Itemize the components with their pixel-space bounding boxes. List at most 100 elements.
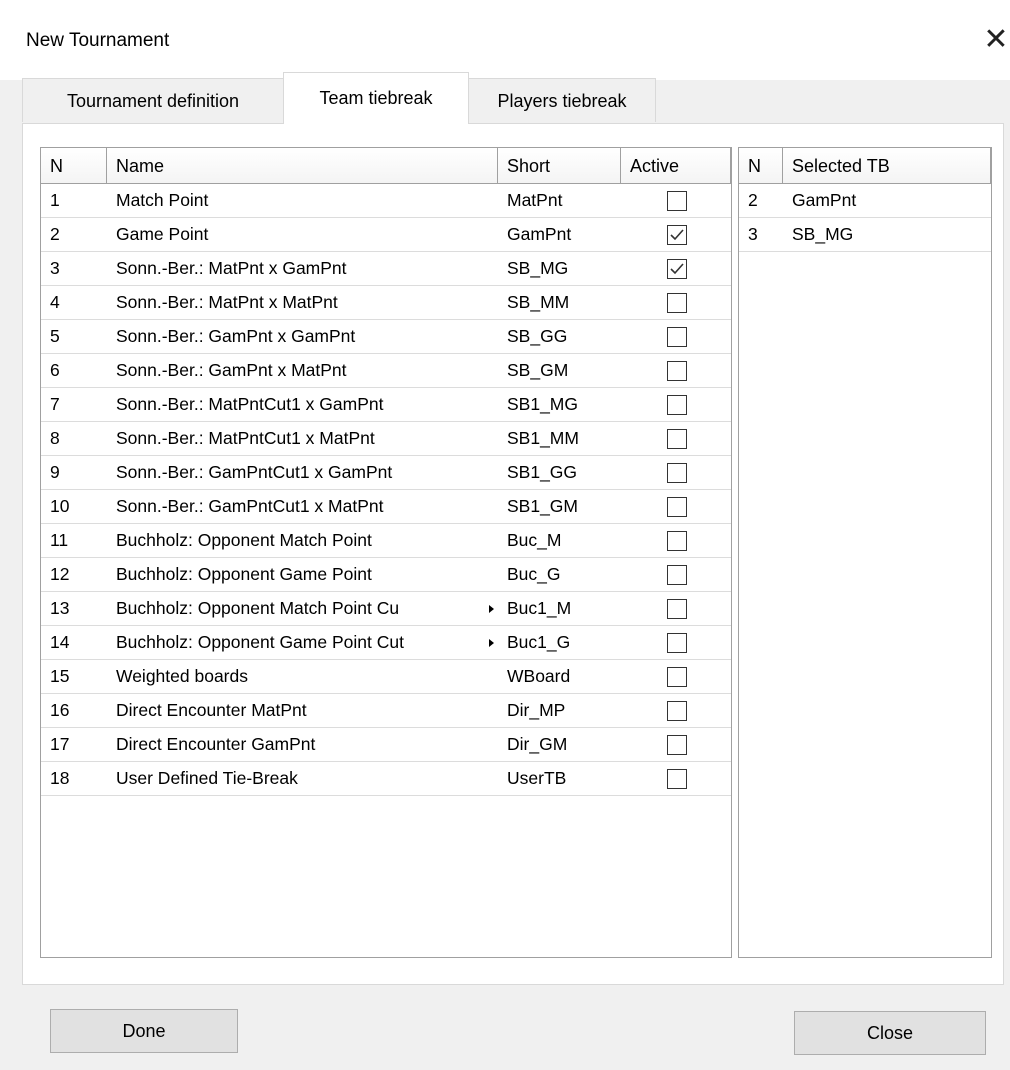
cell-n: 3 (41, 252, 107, 286)
table-row[interactable]: 17 Direct Encounter GamPnt Dir_GM (41, 728, 731, 762)
active-checkbox[interactable] (667, 667, 687, 687)
active-checkbox[interactable] (667, 429, 687, 449)
table-row[interactable]: 1 Match Point MatPnt (41, 184, 731, 218)
tiebreak-list[interactable]: N Name Short Active 1 Match Point MatPnt 2 G… (40, 147, 732, 958)
cell-active (621, 184, 731, 218)
table-row[interactable]: 13 Buchholz: Opponent Match Point Cu Buc1_… (41, 592, 731, 626)
table-row[interactable]: 2 Game Point GamPnt (41, 218, 731, 252)
active-checkbox[interactable] (667, 463, 687, 483)
active-checkbox[interactable] (667, 633, 687, 653)
column-header-selected-tb[interactable]: Selected TB (783, 148, 991, 184)
active-checkbox[interactable] (667, 599, 687, 619)
cell-name-text: Sonn.-Ber.: MatPntCut1 x MatPnt (116, 428, 375, 448)
cell-name-text: Direct Encounter MatPnt (116, 700, 307, 720)
column-header-active[interactable]: Active (621, 148, 731, 184)
column-header-name[interactable]: Name (107, 148, 498, 184)
cell-short: SB1_MG (498, 388, 621, 422)
cell-selected-tb: SB_MG (783, 218, 991, 252)
done-button[interactable]: Done (50, 1009, 238, 1053)
active-checkbox[interactable] (667, 395, 687, 415)
table-row[interactable]: 14 Buchholz: Opponent Game Point Cut Buc1_… (41, 626, 731, 660)
cell-active (621, 320, 731, 354)
cell-n: 17 (41, 728, 107, 762)
table-row[interactable]: 6 Sonn.-Ber.: GamPnt x MatPnt SB_GM (41, 354, 731, 388)
active-checkbox[interactable] (667, 293, 687, 313)
cell-active (621, 218, 731, 252)
cell-name: Buchholz: Opponent Game Point Cut (107, 626, 498, 660)
cell-name: Direct Encounter GamPnt (107, 728, 498, 762)
team-tiebreak-panel: N Name Short Active 1 Match Point MatPnt 2 G… (22, 123, 1004, 985)
list-item[interactable]: 2 GamPnt (739, 184, 991, 218)
column-header-short[interactable]: Short (498, 148, 621, 184)
active-checkbox[interactable] (667, 361, 687, 381)
cell-short: Buc_G (498, 558, 621, 592)
cell-short: SB1_MM (498, 422, 621, 456)
close-button[interactable]: Close (794, 1011, 986, 1055)
active-checkbox[interactable] (667, 191, 687, 211)
selected-list-header: N Selected TB (739, 148, 991, 184)
table-row[interactable]: 11 Buchholz: Opponent Match Point Buc_M (41, 524, 731, 558)
cell-name-text: Game Point (116, 224, 209, 244)
tab-players-tiebreak[interactable]: Players tiebreak (468, 78, 656, 122)
cell-n: 14 (41, 626, 107, 660)
cell-name-text: Sonn.-Ber.: MatPnt x GamPnt (116, 258, 347, 278)
cell-name-text: Sonn.-Ber.: GamPnt x MatPnt (116, 360, 347, 380)
active-checkbox[interactable] (667, 701, 687, 721)
table-row[interactable]: 8 Sonn.-Ber.: MatPntCut1 x MatPnt SB1_MM (41, 422, 731, 456)
column-header-n[interactable]: N (739, 148, 783, 184)
list-item[interactable]: 3 SB_MG (739, 218, 991, 252)
table-row[interactable]: 18 User Defined Tie-Break UserTB (41, 762, 731, 796)
cell-name-text: Buchholz: Opponent Game Point Cut (116, 632, 404, 652)
truncation-arrow-icon (489, 639, 494, 647)
tiebreak-list-header: N Name Short Active (41, 148, 731, 184)
cell-active (621, 694, 731, 728)
window-title: New Tournament (26, 30, 170, 51)
check-icon (670, 229, 684, 241)
cell-short: SB_GG (498, 320, 621, 354)
column-header-n[interactable]: N (41, 148, 107, 184)
active-checkbox[interactable] (667, 565, 687, 585)
cell-short: SB_GM (498, 354, 621, 388)
active-checkbox[interactable] (667, 769, 687, 789)
cell-short: Buc_M (498, 524, 621, 558)
tab-team-tiebreak[interactable]: Team tiebreak (283, 72, 469, 124)
active-checkbox[interactable] (667, 327, 687, 347)
title-bar: New Tournament ✕ (0, 0, 1010, 80)
table-row[interactable]: 3 Sonn.-Ber.: MatPnt x GamPnt SB_MG (41, 252, 731, 286)
table-row[interactable]: 7 Sonn.-Ber.: MatPntCut1 x GamPnt SB1_MG (41, 388, 731, 422)
truncation-arrow-icon (489, 605, 494, 613)
table-row[interactable]: 9 Sonn.-Ber.: GamPntCut1 x GamPnt SB1_GG (41, 456, 731, 490)
table-row[interactable]: 15 Weighted boards WBoard (41, 660, 731, 694)
cell-n: 10 (41, 490, 107, 524)
cell-name-text: Match Point (116, 190, 209, 210)
cell-name: Sonn.-Ber.: GamPnt x MatPnt (107, 354, 498, 388)
active-checkbox[interactable] (667, 225, 687, 245)
active-checkbox[interactable] (667, 531, 687, 551)
cell-active (621, 286, 731, 320)
cell-active (621, 456, 731, 490)
selected-tiebreak-list[interactable]: N Selected TB 2 GamPnt 3 SB_MG (738, 147, 992, 958)
active-checkbox[interactable] (667, 259, 687, 279)
active-checkbox[interactable] (667, 497, 687, 517)
table-row[interactable]: 4 Sonn.-Ber.: MatPnt x MatPnt SB_MM (41, 286, 731, 320)
cell-active (621, 422, 731, 456)
active-checkbox[interactable] (667, 735, 687, 755)
table-row[interactable]: 12 Buchholz: Opponent Game Point Buc_G (41, 558, 731, 592)
table-row[interactable]: 16 Direct Encounter MatPnt Dir_MP (41, 694, 731, 728)
cell-name: Sonn.-Ber.: GamPnt x GamPnt (107, 320, 498, 354)
cell-active (621, 762, 731, 796)
cell-name: Game Point (107, 218, 498, 252)
table-row[interactable]: 5 Sonn.-Ber.: GamPnt x GamPnt SB_GG (41, 320, 731, 354)
cell-n: 8 (41, 422, 107, 456)
tab-tournament-definition[interactable]: Tournament definition (22, 78, 284, 122)
cell-name-text: Sonn.-Ber.: GamPntCut1 x MatPnt (116, 496, 384, 516)
cell-active (621, 524, 731, 558)
cell-name-text: Buchholz: Opponent Game Point (116, 564, 372, 584)
close-icon[interactable]: ✕ (976, 20, 1010, 60)
cell-name-text: Sonn.-Ber.: GamPnt x GamPnt (116, 326, 356, 346)
cell-name-text: Sonn.-Ber.: GamPntCut1 x GamPnt (116, 462, 393, 482)
cell-n: 15 (41, 660, 107, 694)
table-row[interactable]: 10 Sonn.-Ber.: GamPntCut1 x MatPnt SB1_GM (41, 490, 731, 524)
cell-name-text: Buchholz: Opponent Match Point Cu (116, 598, 400, 618)
cell-name-text: User Defined Tie-Break (116, 768, 298, 788)
